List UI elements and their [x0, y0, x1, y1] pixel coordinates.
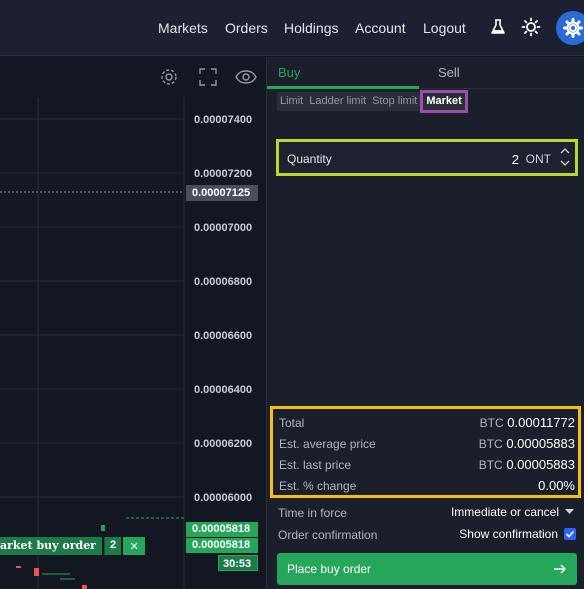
show-confirmation-label: Show confirmation: [459, 527, 558, 541]
candle: [101, 525, 105, 531]
summary-row-pct-change: Est. % change 0.00%: [279, 475, 575, 495]
eye-icon[interactable]: [235, 67, 257, 87]
nav-account-link[interactable]: Account: [355, 20, 406, 36]
arrow-right-icon: [553, 562, 567, 581]
price-chart[interactable]: 0.00007400 0.00007200 0.00007000 0.00006…: [0, 57, 266, 589]
nav-markets-link[interactable]: Markets: [158, 20, 208, 36]
order-confirmation-label: Order confirmation: [278, 528, 378, 542]
gear-icon: [563, 18, 583, 38]
price-axis-tick: 0.00006600: [194, 330, 253, 342]
side-tabs: Buy Sell: [267, 57, 584, 89]
summary-value: BTC 0.00005883: [479, 436, 575, 451]
fullscreen-icon[interactable]: [198, 67, 218, 87]
check-icon: [565, 530, 575, 538]
order-type-market[interactable]: Market: [420, 90, 468, 113]
tab-sell[interactable]: Sell: [438, 65, 460, 80]
summary-value: 0.00%: [538, 478, 575, 493]
price-axis-tick: 0.00006400: [194, 384, 253, 396]
summary-value: BTC 0.00005883: [479, 457, 575, 472]
top-navigation-bar: Markets Orders Holdings Account Logout: [0, 0, 584, 56]
order-confirmation-row: Order confirmation Show confirmation: [278, 526, 578, 544]
order-type-ladder-limit[interactable]: Ladder limit: [306, 92, 369, 111]
time-in-force-row: Time in force Immediate or cancel: [278, 504, 578, 522]
candle: [34, 568, 39, 576]
order-summary: Total BTC 0.00011772 Est. average price …: [270, 406, 581, 498]
quantity-input[interactable]: 2: [512, 152, 519, 167]
summary-amount: 0.00005883: [506, 436, 575, 451]
flask-icon[interactable]: [488, 17, 508, 37]
summary-label: Total: [279, 416, 305, 430]
time-in-force-label: Time in force: [278, 506, 347, 520]
summary-currency: BTC: [479, 416, 504, 430]
time-in-force-select[interactable]: Immediate or cancel: [451, 505, 574, 519]
summary-amount: 0.00011772: [507, 415, 575, 430]
sun-icon[interactable]: [521, 17, 541, 37]
nav-holdings-link[interactable]: Holdings: [284, 20, 338, 36]
price-axis-tick: 0.00007200: [194, 168, 253, 180]
price-axis-tick: 0.00007000: [194, 222, 253, 234]
order-price-label: 0.00005818: [186, 538, 258, 553]
show-confirmation-checkbox[interactable]: [564, 528, 576, 540]
candle-countdown: 30:53: [218, 555, 258, 571]
quantity-label: Quantity: [287, 152, 332, 166]
time-in-force-value: Immediate or cancel: [450, 505, 559, 519]
quantity-stepper[interactable]: [557, 144, 573, 171]
settings-gear-button[interactable]: [556, 11, 584, 45]
price-axis-tick: 0.00006800: [194, 276, 253, 288]
summary-label: Est. average price: [279, 437, 376, 451]
quantity-unit: ONT: [525, 152, 551, 166]
chart-canvas: [0, 97, 185, 589]
nav-logout-link[interactable]: Logout: [423, 20, 466, 36]
quantity-field[interactable]: Quantity 2 ONT: [276, 139, 578, 176]
chevron-down-icon[interactable]: [557, 157, 573, 170]
close-icon[interactable]: ✕: [123, 537, 146, 555]
tab-buy[interactable]: Buy: [278, 65, 300, 80]
place-buy-order-button[interactable]: Place buy order: [277, 553, 577, 585]
summary-label: Est. last price: [279, 458, 352, 472]
price-axis-tick: 0.00006000: [194, 492, 253, 504]
order-price-label: 0.00005818: [186, 522, 258, 537]
summary-label: Est. % change: [279, 479, 357, 493]
order-type-tabs: Limit Ladder limit Stop limit Market: [277, 90, 468, 113]
summary-currency: BTC: [478, 458, 503, 472]
candle: [16, 566, 21, 568]
active-tab-indicator: [267, 86, 419, 89]
summary-amount: 0.00%: [538, 478, 575, 493]
price-axis-tick: 0.00007400: [194, 114, 253, 126]
price-axis-tick: 0.00006200: [194, 438, 253, 450]
order-tag-label: arket buy order: [0, 537, 102, 555]
chevron-up-icon[interactable]: [557, 144, 573, 157]
summary-row-total: Total BTC 0.00011772: [279, 412, 575, 432]
current-price-label: 0.00007125: [186, 185, 258, 201]
summary-value: BTC 0.00011772: [480, 415, 575, 430]
show-confirmation-toggle[interactable]: Show confirmation: [459, 527, 576, 541]
chart-settings-icon[interactable]: [159, 67, 179, 87]
place-order-label: Place buy order: [287, 562, 372, 576]
summary-row-last-price: Est. last price BTC 0.00005883: [279, 454, 575, 474]
order-tag-quantity: 2: [103, 537, 122, 555]
candle: [82, 585, 87, 589]
order-type-limit[interactable]: Limit: [277, 92, 306, 111]
summary-row-avg-price: Est. average price BTC 0.00005883: [279, 433, 575, 453]
summary-currency: BTC: [478, 437, 503, 451]
nav-orders-link[interactable]: Orders: [225, 20, 268, 36]
order-panel: Buy Sell Limit Ladder limit Stop limit M…: [266, 57, 584, 589]
summary-amount: 0.00005883: [506, 457, 575, 472]
order-type-stop-limit[interactable]: Stop limit: [369, 92, 420, 111]
pending-order-tag[interactable]: arket buy order 2 ✕: [0, 537, 146, 555]
caret-down-icon: [565, 509, 574, 514]
